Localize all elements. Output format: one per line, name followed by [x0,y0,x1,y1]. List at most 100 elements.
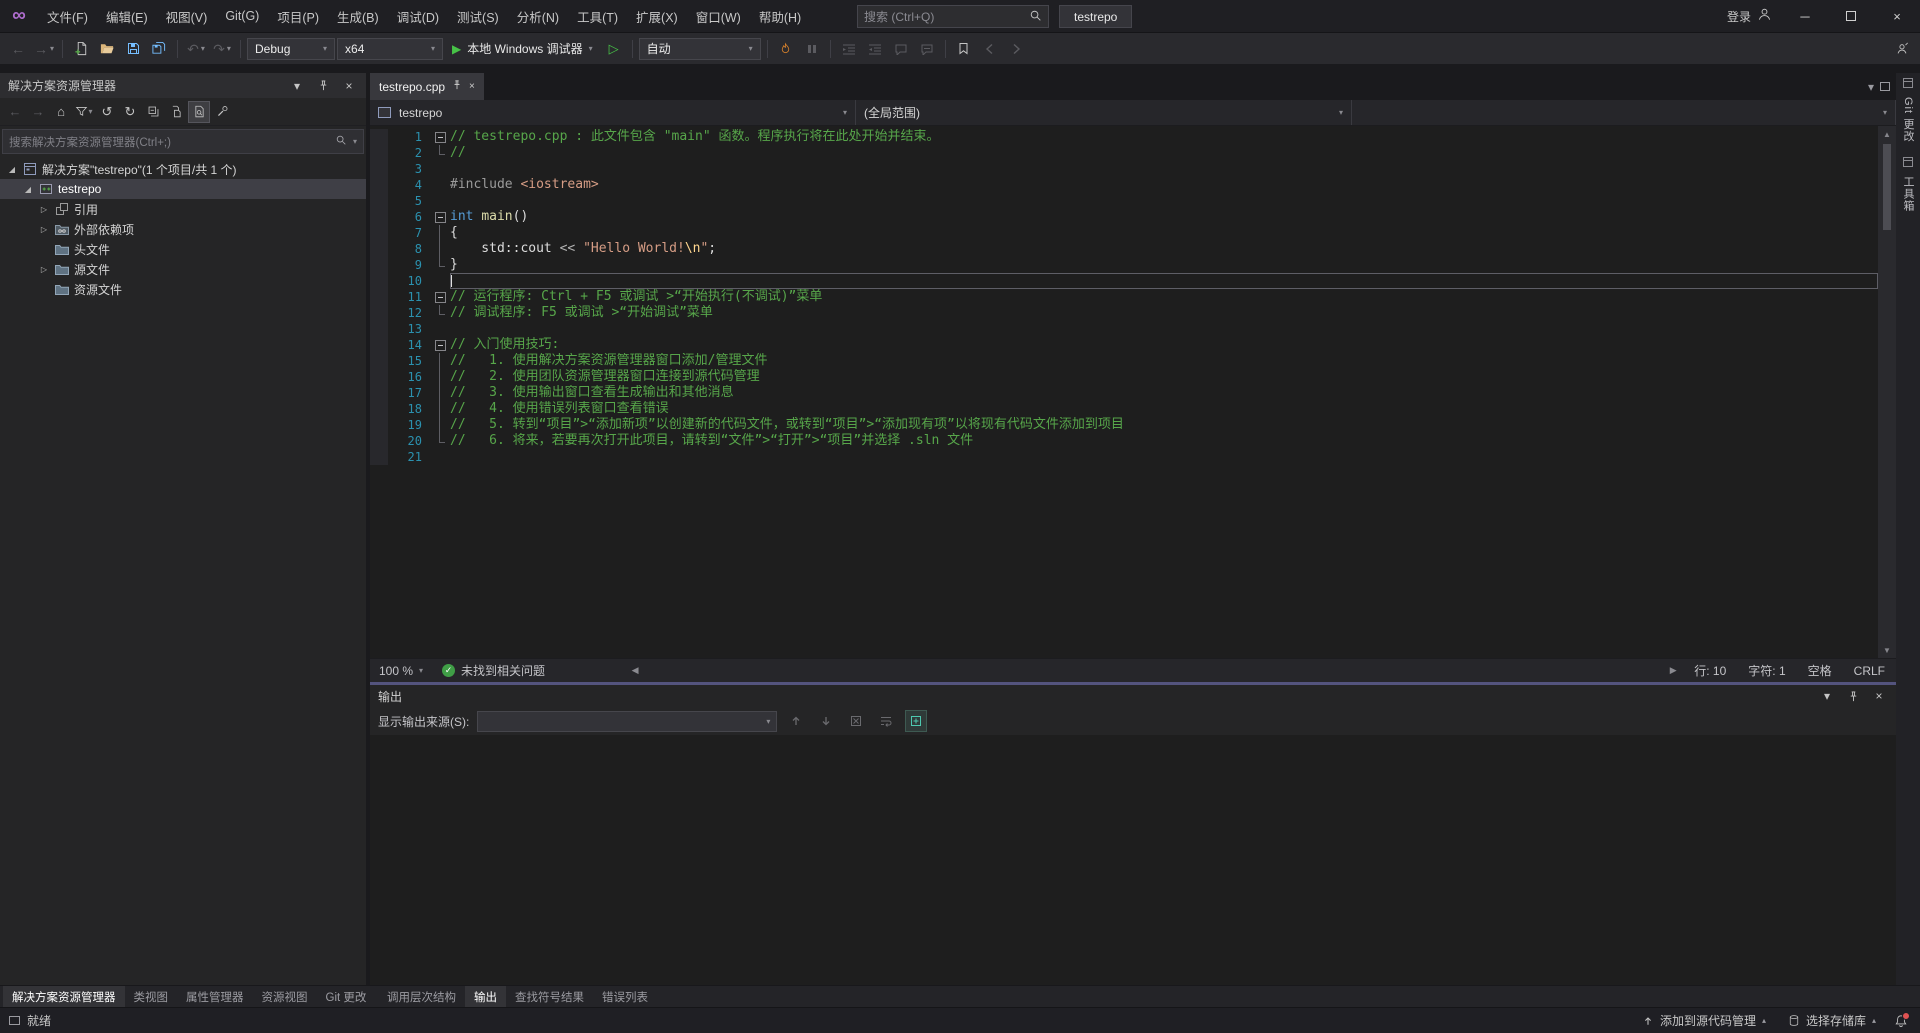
global-search-box[interactable]: 搜索 (Ctrl+Q) [857,5,1049,28]
indicator-margin[interactable] [370,337,388,353]
start-without-debugging-button[interactable]: ▷ [602,37,626,61]
se-home-icon[interactable]: ⌂ [50,101,72,123]
outline-collapse-icon[interactable] [432,209,450,225]
se-preview-selected-icon[interactable] [188,101,210,123]
code-line[interactable]: 21 [370,449,1878,465]
menu-item[interactable]: Git(G) [216,0,268,32]
menu-item[interactable]: 编辑(E) [97,0,157,32]
background-tasks-icon[interactable] [9,1016,20,1025]
clear-all-icon[interactable] [845,710,867,732]
new-file-button[interactable] [69,37,93,61]
zoom-dropdown[interactable]: 100 % ▾ [370,664,432,678]
notifications-button[interactable] [1890,1008,1912,1033]
tool-window-tab[interactable]: 解决方案资源管理器 [3,986,125,1007]
se-collapse-all-icon[interactable] [142,101,164,123]
word-wrap-icon[interactable] [875,710,897,732]
open-file-button[interactable] [95,37,119,61]
tree-item[interactable]: ▷外部依赖项 [0,219,366,239]
se-refresh-icon[interactable]: ↻ [119,101,141,123]
scroll-right-icon[interactable]: ▶ [1663,665,1683,676]
start-debugging-button[interactable]: ▶ 本地 Windows 调试器 ▾ [445,37,600,61]
menu-item[interactable]: 窗口(W) [687,0,750,32]
tree-item[interactable]: ▷源文件 [0,259,366,279]
indicator-margin[interactable] [370,225,388,241]
indicator-margin[interactable] [370,353,388,369]
menu-item[interactable]: 调试(D) [388,0,448,32]
solution-explorer-header[interactable]: 解决方案资源管理器 ▾ × [0,73,366,98]
minimize-button[interactable]: ─ [1782,0,1828,32]
menu-item[interactable]: 分析(N) [508,0,568,32]
outline-collapse-icon[interactable] [432,129,450,145]
menu-item[interactable]: 生成(B) [328,0,388,32]
menu-item[interactable]: 视图(V) [157,0,217,32]
visual-studio-logo-icon[interactable]: ∞ [0,0,38,32]
code-line[interactable]: 4#include <iostream> [370,177,1878,193]
tool-window-tab[interactable]: 输出 [465,986,506,1007]
comment-button[interactable] [889,37,913,61]
code-line[interactable]: 10 [370,273,1878,289]
menu-item[interactable]: 扩展(X) [627,0,687,32]
code-line[interactable]: 3 [370,161,1878,177]
se-switch-views-icon[interactable]: ▾ [73,101,95,123]
se-properties-icon[interactable] [211,101,233,123]
solution-explorer-search[interactable]: 搜索解决方案资源管理器(Ctrl+;) ▾ [2,129,364,154]
code-line[interactable]: 16// 2. 使用团队资源管理器窗口连接到源代码管理 [370,369,1878,385]
tree-item[interactable]: 资源文件 [0,279,366,299]
auto-hide-tab[interactable]: 工具箱 [1900,156,1916,212]
indicator-margin[interactable] [370,193,388,209]
code-line[interactable]: 7{ [370,225,1878,241]
project-scope-dropdown[interactable]: testrepo ▾ [370,100,856,125]
autoscroll-icon[interactable] [905,710,927,732]
indicator-margin[interactable] [370,385,388,401]
tool-window-tab[interactable]: 属性管理器 [177,986,253,1007]
code-line[interactable]: 13 [370,321,1878,337]
undo-button[interactable]: ↶▾ [184,37,208,61]
menu-item[interactable]: 文件(F) [38,0,97,32]
auto-hide-tab[interactable]: Git 更改 [1900,77,1916,142]
navigate-backward-button[interactable]: ← [6,37,30,61]
save-button[interactable] [121,37,145,61]
code-line[interactable]: 20// 6. 将来，若要再次打开此项目，请转到“文件”>“打开”>“项目”并选… [370,433,1878,449]
goto-prev-message-icon[interactable] [785,710,807,732]
float-window-icon[interactable] [1880,82,1890,91]
tree-item[interactable]: ▷引用 [0,199,366,219]
tool-window-tab[interactable]: 查找符号结果 [506,986,593,1007]
collapsed-arrow-icon[interactable]: ▷ [38,265,50,274]
code-editor[interactable]: 1// testrepo.cpp : 此文件包含 "main" 函数。程序执行将… [370,126,1896,658]
output-header[interactable]: 输出 ▾ × [370,685,1896,707]
outdent-button[interactable] [863,37,887,61]
previous-bookmark-button[interactable] [978,37,1002,61]
menu-item[interactable]: 项目(P) [268,0,328,32]
tool-window-tab[interactable]: 错误列表 [593,986,657,1007]
indent-button[interactable] [837,37,861,61]
indicator-margin[interactable] [370,177,388,193]
next-bookmark-button[interactable] [1004,37,1028,61]
indicator-margin[interactable] [370,241,388,257]
indicator-margin[interactable] [370,257,388,273]
indicator-margin[interactable] [370,401,388,417]
indicator-margin[interactable] [370,129,388,145]
code-line[interactable]: 14// 入门使用技巧: [370,337,1878,353]
window-options-icon[interactable]: ▾ [288,77,306,95]
close-panel-icon[interactable]: × [340,77,358,95]
scroll-down-icon[interactable]: ▼ [1878,642,1896,658]
indicator-margin[interactable] [370,273,388,289]
solution-name-badge[interactable]: testrepo [1059,5,1132,28]
code-line[interactable]: 19// 5. 转到“项目”>“添加新项”以创建新的代码文件，或转到“项目”>“… [370,417,1878,433]
uncomment-button[interactable] [915,37,939,61]
code-line[interactable]: 5 [370,193,1878,209]
collapsed-arrow-icon[interactable]: ▷ [38,225,50,234]
collapsed-arrow-icon[interactable]: ▷ [38,205,50,214]
break-all-button[interactable] [800,37,824,61]
expanded-arrow-icon[interactable]: ◢ [22,185,34,194]
code-line[interactable]: 9} [370,257,1878,273]
code-line[interactable]: 15// 1. 使用解决方案资源管理器窗口添加/管理文件 [370,353,1878,369]
tab-close-icon[interactable]: × [469,81,475,92]
indicator-margin[interactable] [370,289,388,305]
goto-next-message-icon[interactable] [815,710,837,732]
tool-window-tab[interactable]: 资源视图 [253,986,317,1007]
se-show-all-files-icon[interactable] [165,101,187,123]
code-line[interactable]: 6int main() [370,209,1878,225]
sign-in-button[interactable]: 登录 [1717,0,1782,32]
scroll-left-icon[interactable]: ◀ [625,665,645,676]
